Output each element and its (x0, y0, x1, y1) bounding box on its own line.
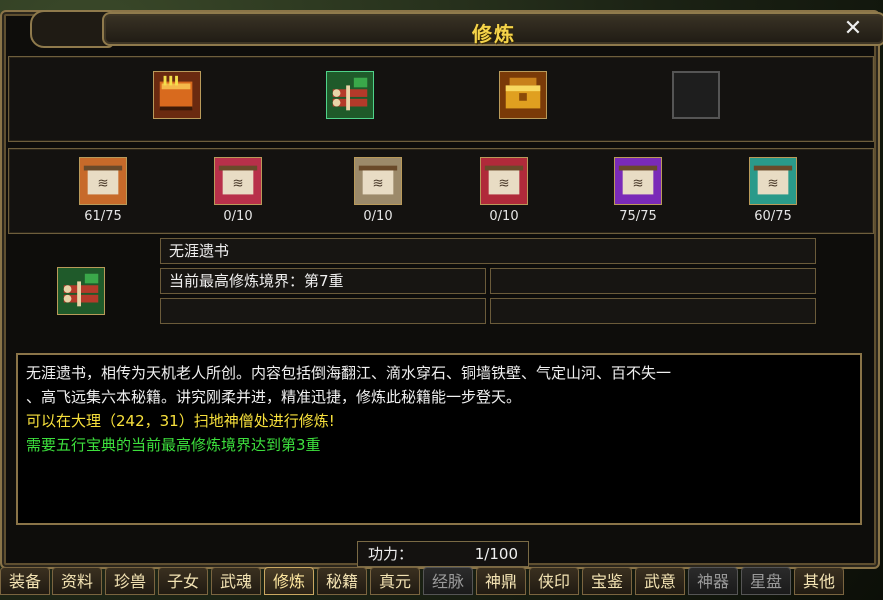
tab[interactable]: 经脉 (423, 567, 473, 595)
realm-field: 当前最高修炼境界：第7重 (160, 268, 486, 294)
svg-text:≋: ≋ (372, 177, 383, 192)
svg-text:≋: ≋ (498, 177, 509, 192)
tab[interactable]: 神器 (688, 567, 738, 595)
scroll-slot[interactable]: ≋ (480, 157, 528, 205)
close-button[interactable]: ✕ (840, 17, 866, 41)
item-name-field: 无涯遗书 (160, 238, 816, 264)
info-field-empty-1 (490, 268, 816, 294)
tab[interactable]: 修炼 (264, 567, 314, 595)
cultivation-window: ? 修炼 ✕ (0, 10, 883, 569)
empty-slot[interactable] (672, 71, 720, 119)
tab[interactable]: 神鼎 (476, 567, 526, 595)
tab[interactable]: 真元 (370, 567, 420, 595)
description-line-1: 无涯遗书，相传为天机老人所创。内容包括倒海翻江、滴水穿石、铜墙铁壁、气定山河、百… (26, 364, 672, 382)
svg-text:≋: ≋ (97, 177, 108, 192)
tab[interactable]: 其他 (794, 567, 844, 595)
scroll-slot[interactable]: ≋ (354, 157, 402, 205)
tab[interactable]: 星盘 (741, 567, 791, 595)
teal-scroll-icon: ≋ (750, 158, 796, 204)
description-box: 无涯遗书，相传为天机老人所创。内容包括倒海翻江、滴水穿石、铜墙铁壁、气定山河、百… (16, 353, 862, 525)
scroll-count: 0/10 (363, 209, 393, 224)
tab[interactable]: 秘籍 (317, 567, 367, 595)
green-scroll-bundle-icon (327, 72, 373, 118)
golden-chest-slot[interactable] (499, 71, 547, 119)
power-label: 功力： (368, 545, 414, 563)
window-title: 修炼 (472, 22, 516, 46)
tab[interactable]: 武魂 (211, 567, 261, 595)
svg-text:≋: ≋ (767, 177, 778, 192)
orange-book-slot[interactable] (153, 71, 201, 119)
tab[interactable]: 珍兽 (105, 567, 155, 595)
svg-text:≋: ≋ (632, 177, 643, 192)
description-location: 可以在大理（242，31）扫地神僧处进行修炼! (26, 412, 335, 430)
scroll-slot[interactable]: ≋ (79, 157, 127, 205)
red-scroll-icon: ≋ (215, 158, 261, 204)
info-field-empty-2 (160, 298, 486, 324)
orange-book-icon (154, 72, 200, 118)
selected-item-slot[interactable] (57, 267, 105, 315)
scroll-count: 60/75 (754, 209, 792, 224)
bottom-tab-bar: 装备 资料 珍兽 子女 武魂 修炼 秘籍 真元 经脉 神鼎 侠印 宝鉴 武意 神器 星盘 其他 (0, 567, 883, 600)
green-scroll-bundle-icon (58, 268, 104, 314)
scroll-count: 0/10 (489, 209, 519, 224)
power-display: 功力： 1/100 (357, 541, 529, 567)
tab[interactable]: 侠印 (529, 567, 579, 595)
tab[interactable]: 装备 (0, 567, 50, 595)
tab[interactable]: 子女 (158, 567, 208, 595)
tab[interactable]: 资料 (52, 567, 102, 595)
tab[interactable]: 武意 (635, 567, 685, 595)
info-field-empty-3 (490, 298, 816, 324)
scroll-count: 61/75 (84, 209, 122, 224)
orange-scroll-icon: ≋ (80, 158, 126, 204)
scroll-count: 75/75 (619, 209, 657, 224)
tan-scroll-icon: ≋ (355, 158, 401, 204)
svg-text:≋: ≋ (232, 177, 243, 192)
book-row (8, 56, 874, 142)
power-value: 1/100 (474, 545, 518, 563)
tab[interactable]: 宝鉴 (582, 567, 632, 595)
description-requirement: 需要五行宝典的当前最高修炼境界达到第3重 (26, 436, 321, 454)
scroll-slot[interactable]: ≋ (749, 157, 797, 205)
green-scroll-bundle-slot[interactable] (326, 71, 374, 119)
crimson-scroll-icon: ≋ (481, 158, 527, 204)
golden-chest-icon (500, 72, 546, 118)
description-line-2: 、高飞远集六本秘籍。讲究刚柔并进，精准迅捷，修炼此秘籍能一步登天。 (26, 388, 522, 406)
scroll-row: ≋ 61/75 ≋ 0/10 ≋ 0/10 ≋ 0/10 ≋ 75/75 ≋ 60/75 (8, 148, 874, 234)
scroll-slot[interactable]: ≋ (214, 157, 262, 205)
scroll-slot[interactable]: ≋ (614, 157, 662, 205)
scroll-count: 0/10 (223, 209, 253, 224)
title-bar: 修炼 ✕ (102, 12, 883, 46)
purple-scroll-icon: ≋ (615, 158, 661, 204)
